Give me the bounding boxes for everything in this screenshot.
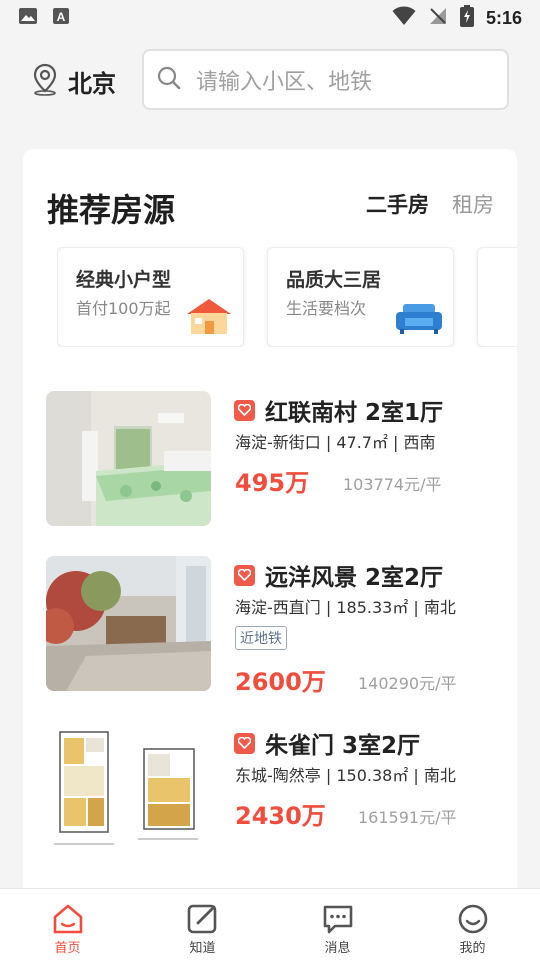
- city-selector[interactable]: 北京: [30, 62, 116, 100]
- nav-knowledge[interactable]: 知道: [135, 889, 270, 960]
- promo-title: 经典小户型: [76, 269, 172, 291]
- near-subway-badge: 近地铁: [235, 626, 287, 650]
- promo-carousel[interactable]: 经典小户型 首付100万起 品质大三居 生活要档次: [57, 247, 517, 347]
- tab-second-hand[interactable]: 二手房: [366, 189, 429, 219]
- recommended-listings-card: 推荐房源 二手房 租房 经典小户型 首付100万起 品质大三居 生活要档次 红联…: [23, 149, 517, 909]
- nav-label: 知道: [189, 941, 216, 956]
- listing-photo-patio: [46, 556, 211, 691]
- listing-item[interactable]: 远洋风景 2室2厅 海淀-西直门 | 185.33㎡ | 南北 近地铁 2600…: [46, 556, 506, 696]
- tab-rent[interactable]: 租房: [452, 189, 494, 219]
- nav-profile[interactable]: 我的: [405, 889, 540, 960]
- battery-charging-icon: [459, 5, 474, 31]
- verified-heart-icon: [234, 564, 255, 586]
- wifi-icon: [392, 6, 416, 30]
- listing-title: 红联南村 2室1厅: [265, 400, 444, 426]
- listing-price: 2430万: [235, 802, 326, 830]
- listing-unit-price: 161591元/平: [358, 808, 457, 827]
- verified-heart-icon: [234, 399, 255, 421]
- promo-subtitle: 生活要档次: [286, 299, 367, 318]
- promo-card-three-bedroom[interactable]: 品质大三居 生活要档次: [267, 247, 454, 347]
- home-icon: [51, 902, 85, 936]
- nav-label: 消息: [324, 941, 351, 956]
- listing-price: 2600万: [235, 668, 326, 696]
- listing-unit-price: 140290元/平: [358, 674, 457, 693]
- no-signal-icon: [428, 6, 448, 30]
- listing-title: 远洋风景 2室2厅: [265, 565, 444, 591]
- top-header: 北京 请输入小区、地铁: [0, 36, 540, 126]
- status-bar: A 5:16: [0, 0, 540, 36]
- sofa-icon: [393, 296, 445, 340]
- section-title: 推荐房源: [47, 191, 176, 229]
- gallery-icon: [18, 7, 38, 29]
- nav-label: 首页: [54, 941, 81, 956]
- listing-item[interactable]: 红联南村 2室1厅 海淀-新街口 | 47.7㎡ | 西南 495万 10377…: [46, 391, 506, 527]
- promo-title: 品质大三居: [286, 269, 382, 291]
- listing-item[interactable]: 朱雀门 3室2厅 东城-陶然亭 | 150.38㎡ | 南北 2430万 161…: [46, 724, 506, 860]
- listing-meta: 东城-陶然亭 | 150.38㎡ | 南北: [235, 766, 456, 785]
- city-label: 北京: [68, 69, 116, 98]
- bottom-navigation: 首页 知道 消息 我的: [0, 888, 540, 960]
- svg-text:A: A: [57, 10, 66, 24]
- edit-icon: [186, 902, 220, 936]
- nav-home[interactable]: 首页: [0, 889, 135, 960]
- listing-floorplan: [46, 724, 211, 859]
- listing-meta: 海淀-新街口 | 47.7㎡ | 西南: [235, 433, 436, 452]
- clock-time: 5:16: [485, 7, 522, 28]
- house-icon: [183, 296, 235, 340]
- nav-messages[interactable]: 消息: [270, 889, 405, 960]
- promo-card-partial[interactable]: [477, 247, 517, 347]
- listing-photo-bedroom: [46, 391, 211, 526]
- search-input[interactable]: 请输入小区、地铁: [142, 49, 509, 110]
- verified-heart-icon: [234, 732, 255, 754]
- listing-price: 495万: [235, 469, 310, 497]
- smile-icon: [456, 902, 490, 936]
- chat-icon: [321, 902, 355, 936]
- promo-subtitle: 首付100万起: [76, 299, 171, 318]
- listing-title: 朱雀门 3室2厅: [265, 733, 421, 759]
- search-icon: [156, 65, 182, 95]
- listing-meta: 海淀-西直门 | 185.33㎡ | 南北: [235, 598, 456, 617]
- location-pin-icon: [30, 62, 60, 100]
- promo-card-small-apartment[interactable]: 经典小户型 首付100万起: [57, 247, 244, 347]
- nav-label: 我的: [459, 941, 486, 956]
- font-app-icon: A: [52, 7, 70, 29]
- search-placeholder: 请输入小区、地铁: [196, 69, 373, 95]
- listing-unit-price: 103774元/平: [343, 475, 442, 494]
